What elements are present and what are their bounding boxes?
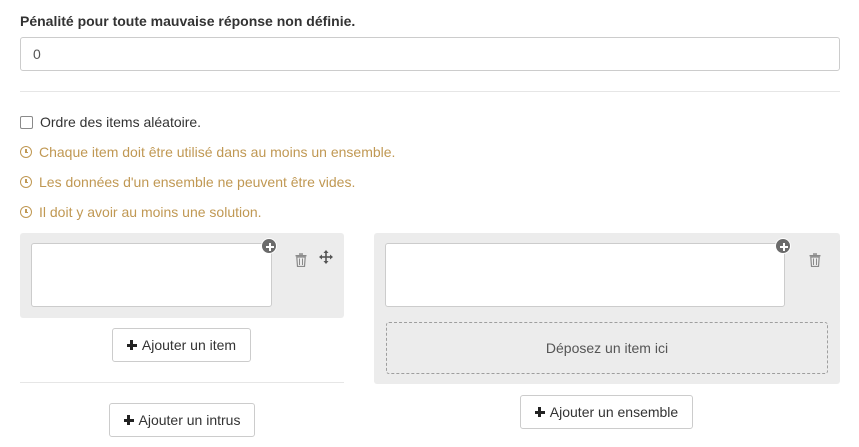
plus-icon [126,340,137,350]
warning-text: Il doit y avoir au moins une solution. [39,204,262,220]
add-set-button[interactable]: Ajouter un ensemble [520,395,693,429]
move-icon[interactable] [319,250,333,264]
add-set-plus-circle-icon[interactable] [775,238,791,254]
plus-icon [534,407,545,417]
plus-icon [123,415,134,425]
trash-icon[interactable] [295,253,307,267]
set-input[interactable] [385,243,785,307]
warning-empty-set: Les données d'un ensemble ne peuvent êtr… [20,174,355,190]
clock-warning-icon [20,146,32,158]
warning-text: Chaque item doit être utilisé dans au mo… [39,144,396,160]
penalty-input[interactable] [20,37,840,71]
warning-text: Les données d'un ensemble ne peuvent êtr… [39,174,356,190]
drop-zone-label: Déposez un item ici [545,340,669,356]
add-set-label: Ajouter un ensemble [549,404,679,420]
add-item-button[interactable]: Ajouter un item [112,328,251,362]
drop-zone[interactable]: Déposez un item ici [386,322,828,374]
penalty-label: Pénalité pour toute mauvaise réponse non… [20,13,356,29]
warning-item-usage: Chaque item doit être utilisé dans au mo… [20,144,395,160]
divider [20,91,840,92]
random-order-checkbox-row[interactable]: Ordre des items aléatoire. [20,114,201,130]
item-input[interactable] [31,243,272,307]
clock-warning-icon [20,176,32,188]
add-item-label: Ajouter un item [141,337,237,353]
add-odd-button[interactable]: Ajouter un intrus [109,403,255,437]
add-item-plus-circle-icon[interactable] [261,238,277,254]
random-order-label[interactable]: Ordre des items aléatoire. [40,114,201,130]
trash-icon[interactable] [809,253,821,267]
random-order-checkbox[interactable] [20,115,33,129]
divider [20,382,344,383]
clock-warning-icon [20,206,32,218]
warning-no-solution: Il doit y avoir au moins une solution. [20,204,262,220]
add-odd-label: Ajouter un intrus [138,412,241,428]
